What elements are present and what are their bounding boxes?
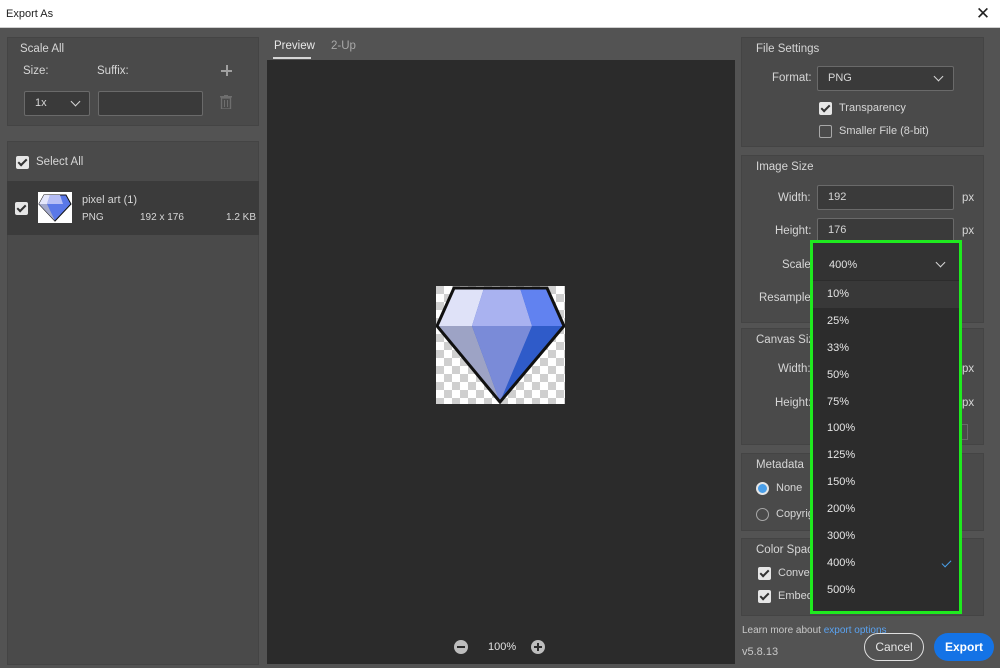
scale-option-label: 25% (827, 314, 850, 327)
chevron-down-icon (70, 96, 81, 107)
file-size: 1.2 KB (226, 212, 257, 223)
export-button[interactable]: Export (934, 633, 994, 661)
tab-2-up[interactable]: 2-Up (331, 40, 356, 52)
file-settings-panel: File Settings Format: PNG Transparency S… (741, 37, 984, 147)
file-dimensions: 192 x 176 (140, 212, 184, 223)
scale-dropdown[interactable]: 400% 10% 25% 33% 50% 75% 100% 125% 150% 200% 300%… (810, 240, 962, 614)
preview-canvas[interactable] (267, 60, 735, 664)
checkmark-icon (941, 557, 952, 568)
scale-option[interactable]: 125% (813, 442, 959, 470)
select-all-label: Select All (36, 156, 84, 168)
smaller-file-label: Smaller File (8-bit) (839, 125, 929, 137)
close-icon[interactable]: ✕ (972, 3, 994, 25)
cancel-button[interactable]: Cancel (864, 633, 924, 661)
canvas-width-label: Width: (778, 363, 811, 375)
canvas-height-label: Height: (775, 397, 812, 409)
scale-select[interactable]: 400% (813, 243, 959, 281)
scale-option-label: 50% (827, 368, 850, 381)
transparency-label: Transparency (839, 102, 906, 114)
scale-all-title: Scale All (20, 43, 65, 55)
file-list-item[interactable]: pixel art (1) PNG 192 x 176 1.2 KB (7, 181, 259, 235)
tab-preview[interactable]: Preview (274, 40, 315, 52)
scale-option[interactable]: 25% (813, 307, 959, 335)
scale-option-label: 300% (827, 530, 856, 543)
zoom-level: 100% (488, 641, 517, 653)
learn-more-text: Learn more about export options (742, 625, 887, 636)
scale-option[interactable]: 200% (813, 496, 959, 524)
embed-checkbox[interactable] (758, 590, 771, 603)
scale-option[interactable]: 400% (813, 549, 959, 577)
smaller-file-checkbox[interactable] (819, 125, 832, 138)
resample-label: Resample: (759, 292, 814, 304)
scale-options-list: 10% 25% 33% 50% 75% 100% 125% 150% 200% 300% 400% 5… (813, 281, 959, 604)
metadata-none-label: None (776, 482, 803, 494)
zoom-out-icon[interactable] (454, 640, 468, 654)
canvas-width-unit: px (962, 363, 975, 375)
chevron-down-icon (935, 257, 946, 268)
metadata-none-radio[interactable] (756, 482, 769, 495)
convert-label: Conver (778, 567, 814, 579)
size-select-value: 1x (35, 97, 47, 109)
add-scale-icon[interactable] (221, 65, 232, 76)
file-settings-title: File Settings (756, 43, 820, 55)
height-unit: px (962, 225, 975, 237)
height-label: Height: (775, 225, 812, 237)
gem-sprite-preview (436, 286, 565, 404)
scale-option-label: 200% (827, 503, 856, 516)
file-checkbox[interactable] (15, 202, 28, 215)
scale-option-label: 33% (827, 341, 850, 354)
select-all-checkbox[interactable] (16, 156, 29, 169)
width-input[interactable]: 192 (817, 185, 954, 210)
scale-option[interactable]: 150% (813, 469, 959, 497)
chevron-down-icon (933, 71, 944, 82)
file-name: pixel art (1) (82, 194, 138, 206)
title-bar: Export As ✕ (0, 0, 1000, 28)
scale-option[interactable]: 10% (813, 281, 959, 308)
format-label: Format: (772, 72, 812, 84)
scale-option-label: 100% (827, 422, 856, 435)
scale-option-label: 75% (827, 395, 850, 408)
scale-option-label: 10% (827, 288, 850, 300)
canvas-height-unit: px (962, 397, 975, 409)
scale-option-label: 125% (827, 449, 856, 462)
suffix-input[interactable] (98, 91, 203, 116)
file-format: PNG (82, 212, 104, 223)
window-title: Export As (6, 8, 54, 20)
transparency-checkbox[interactable] (819, 102, 832, 115)
version-label: v5.8.13 (742, 646, 779, 658)
width-unit: px (962, 192, 975, 204)
size-label: Size: (23, 65, 49, 77)
scale-option[interactable]: 300% (813, 523, 959, 550)
learn-more-label: Learn more about (742, 625, 821, 636)
scale-option[interactable]: 33% (813, 334, 959, 362)
metadata-title: Metadata (756, 459, 804, 471)
image-size-title: Image Size (756, 161, 814, 173)
scale-select-value: 400% (829, 259, 858, 271)
scale-option[interactable]: 75% (813, 388, 959, 416)
size-select[interactable]: 1x (24, 91, 90, 116)
scale-option-label: 150% (827, 476, 856, 489)
scale-option-label: 500% (827, 583, 856, 596)
suffix-label: Suffix: (97, 65, 129, 77)
scale-all-panel: Scale All Size: Suffix: 1x (7, 37, 259, 126)
scale-option[interactable]: 100% (813, 415, 959, 443)
file-thumbnail (38, 192, 72, 223)
embed-label: Embed (778, 590, 813, 602)
format-select-value: PNG (828, 72, 852, 84)
active-tab-indicator (273, 57, 311, 59)
metadata-copyright-label: Copyrig (776, 508, 814, 520)
format-select[interactable]: PNG (817, 66, 954, 91)
metadata-copyright-radio[interactable] (756, 508, 769, 521)
scale-option[interactable]: 50% (813, 361, 959, 389)
width-label: Width: (778, 192, 811, 204)
scale-option[interactable]: 500% (813, 576, 959, 604)
trash-icon[interactable] (220, 95, 232, 109)
convert-checkbox[interactable] (758, 567, 771, 580)
zoom-in-icon[interactable] (531, 640, 545, 654)
scale-option-label: 400% (827, 556, 856, 569)
